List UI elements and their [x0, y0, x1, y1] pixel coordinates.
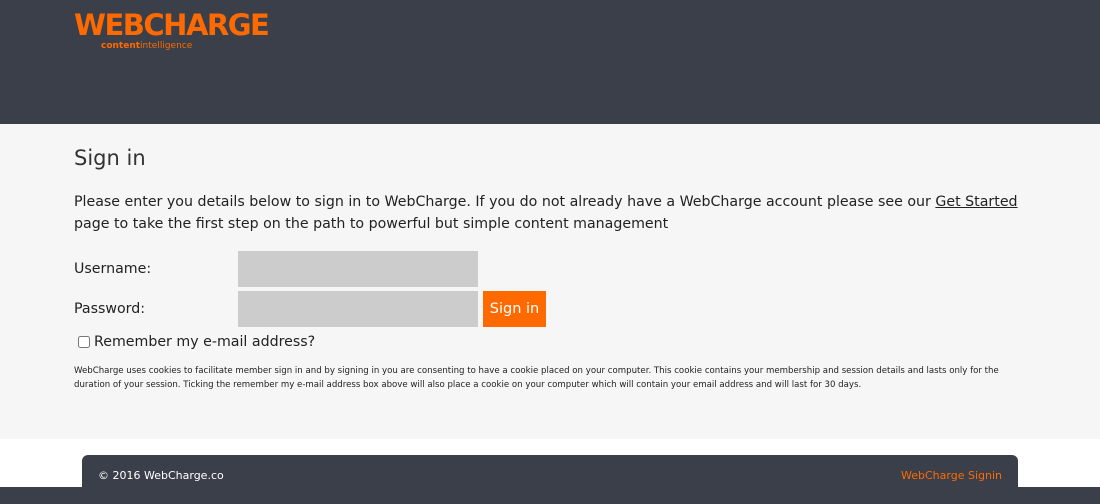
footer-signin-link[interactable]: WebCharge Signin: [901, 469, 1002, 482]
intro-text: Please enter you details below to sign i…: [74, 191, 1034, 235]
get-started-link[interactable]: Get Started: [935, 194, 1017, 210]
remember-row: Remember my e-mail address?: [78, 332, 315, 352]
page-title: Sign in: [74, 146, 146, 170]
main-content: Sign in Please enter you details below t…: [0, 124, 1100, 439]
cookie-notice: WebCharge uses cookies to facilitate mem…: [74, 366, 999, 390]
password-label: Password:: [74, 301, 146, 317]
logo-tagline-light: intelligence: [140, 41, 193, 51]
intro-text-end: page to take the first step on the path …: [74, 216, 669, 232]
footer: © 2016 WebCharge.co WebCharge Signin: [82, 455, 1018, 495]
password-field[interactable]: [238, 291, 478, 327]
username-label: Username:: [74, 261, 152, 277]
logo-tagline: contentintelligence: [101, 41, 192, 52]
sign-in-button[interactable]: Sign in: [483, 291, 546, 327]
logo-tagline-bold: content: [101, 41, 141, 51]
header: WEBCHARGE contentintelligence: [0, 0, 1100, 124]
webcharge-logo[interactable]: WEBCHARGE contentintelligence: [74, 8, 294, 54]
copyright-text: © 2016 WebCharge.co: [98, 468, 224, 482]
remember-email-checkbox[interactable]: [78, 336, 90, 348]
intro-text-start: Please enter you details below to sign i…: [74, 194, 936, 210]
username-field[interactable]: [238, 251, 478, 287]
remember-email-label[interactable]: Remember my e-mail address?: [94, 332, 315, 352]
logo-wordmark: WEBCHARGE: [74, 8, 270, 42]
